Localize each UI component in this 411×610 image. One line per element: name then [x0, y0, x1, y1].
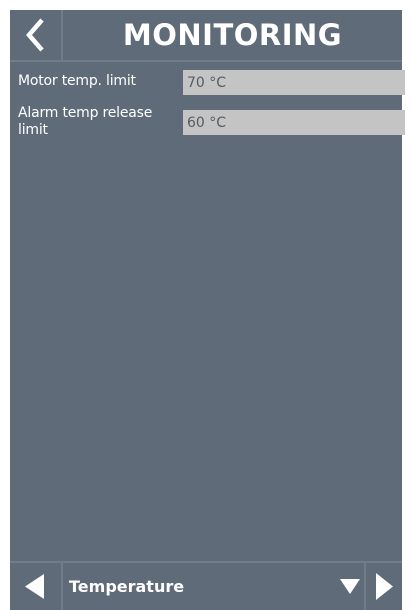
setting-label-line: limit — [18, 122, 48, 138]
setting-label-line: Motor temp. limit — [18, 73, 136, 89]
page-title: MONITORING — [122, 18, 343, 52]
footer-bar: Temperature — [10, 561, 402, 610]
setting-row-motor-temp-limit: Motor temp. limit 70 °C — [10, 68, 405, 96]
previous-page-button[interactable] — [10, 563, 63, 610]
category-select-value: Temperature — [69, 577, 185, 596]
category-select[interactable]: Temperature — [63, 563, 364, 610]
alarm-temp-release-limit-field[interactable]: 60 °C — [183, 110, 405, 135]
back-button[interactable] — [10, 10, 63, 60]
chevron-left-icon — [26, 18, 44, 52]
triangle-right-icon — [376, 573, 393, 600]
header-bar: MONITORING — [10, 10, 402, 62]
motor-temp-limit-field[interactable]: 70 °C — [183, 70, 405, 95]
next-page-button[interactable] — [364, 563, 402, 610]
setting-row-alarm-temp-release-limit: Alarm temp release limit 60 °C — [10, 102, 405, 146]
monitoring-screen: MONITORING Motor temp. limit 70 °C Alarm… — [10, 10, 405, 610]
triangle-down-icon — [340, 579, 360, 594]
setting-label-line: Alarm temp release — [18, 105, 153, 121]
setting-label: Alarm temp release limit — [18, 105, 152, 139]
triangle-left-icon — [25, 574, 44, 599]
setting-label: Motor temp. limit — [18, 73, 136, 90]
